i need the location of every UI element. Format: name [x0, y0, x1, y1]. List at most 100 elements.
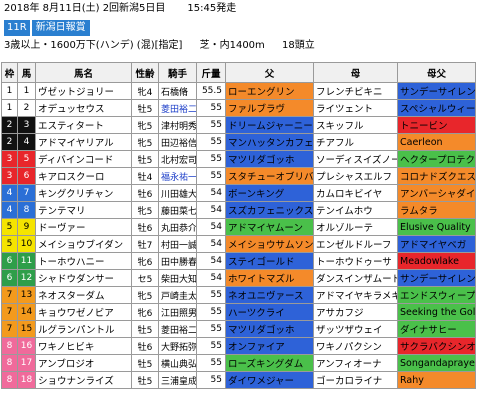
race-name: 新潟日報賞 — [31, 20, 90, 36]
table-row[interactable]: 5 10 メイショウブイダン 牡7 村田一誠 54 メイショウサムソン エンゼルドルーフ アドマ… — [1, 235, 476, 253]
sire-cell: ネオユニヴァース — [225, 286, 314, 304]
sex-age-cell: 牝5 — [131, 201, 159, 219]
sire-cell: ローエングリン — [225, 82, 314, 100]
table-row[interactable]: 6 12 シャドウダンサー セ5 柴田大知 54 ホワイトマズル ダンスインザムード サンデーサ… — [1, 269, 476, 287]
race-number-badge: 11R — [4, 20, 30, 36]
bms-cell: トニービン — [397, 116, 476, 134]
table-row[interactable]: 2 3 エスティタート 牝5 津村明秀 55 ドリームジャーニー スキッフル トニービン — [1, 116, 476, 134]
waku-cell: 5 — [1, 235, 18, 253]
jockey-cell: 柴田大知 — [158, 269, 197, 287]
horse-name-cell[interactable]: テンテマリ — [35, 201, 132, 219]
dam-cell: アドマイヤキラメキ — [313, 286, 398, 304]
sire-cell: ドリームジャーニー — [225, 116, 314, 134]
weight-cell: 55 — [196, 116, 226, 134]
sex-age-cell: 牝6 — [131, 252, 159, 270]
table-row[interactable]: 36キアロスクーロ牡4福永祐一55スタチューオブリバティプレシャスエルフコロナド… — [1, 167, 476, 185]
sire-cell: アドマイヤムーン — [225, 218, 314, 236]
sire-cell: ローズキングダム — [225, 354, 314, 372]
waku-cell: 7 — [1, 303, 18, 321]
table-row[interactable]: 8 18 ショウナンライズ 牡5 三浦皇成 55 ダイワメジャー ゴーカロライナ Rahy — [1, 371, 476, 389]
sex-age-cell: 牝5 — [131, 133, 159, 151]
horse-name-cell[interactable]: ドーヴァー — [35, 218, 132, 236]
bms-cell: Songandaprayer — [397, 354, 476, 372]
table-row[interactable]: 6 11 トーホウハニー 牝6 田中勝春 54 ステイゴールド トーホウドゥーサ Meadowl… — [1, 252, 476, 270]
dam-cell: オルゾルーテ — [313, 218, 398, 236]
bms-cell: サンデーサイレンス — [397, 82, 476, 100]
sire-cell: スズカフェニックス — [225, 201, 314, 219]
table-row[interactable]: 7 13 ネオスターダム 牝5 戸崎圭太 55 ネオユニヴァース アドマイヤキラメキ エンドスウ… — [1, 286, 476, 304]
table-row[interactable]: 816ワキノヒビキ牡6大野拓弥55オンファイアワキノパクシンサクラバクシンオー — [1, 337, 476, 355]
weight-cell: 55 — [196, 337, 226, 355]
horse-name-cell[interactable]: オデュッセウス — [35, 99, 132, 117]
horse-name-cell[interactable]: ネオスターダム — [35, 286, 132, 304]
horse-name-cell[interactable]: シャドウダンサー — [35, 269, 132, 287]
sire-cell: メイショウサムソン — [225, 235, 314, 253]
table-row[interactable]: 5 9 ドーヴァー 牡6 丸田恭介 54 アドマイヤムーン オルゾルーテ Elusive Qua… — [1, 218, 476, 236]
weight-cell: 54 — [196, 269, 226, 287]
waku-cell: 8 — [1, 371, 18, 389]
table-row[interactable]: 12オデュッセウス牡5菱田裕二55ファルブラヴライツェントスペシャルウィーク — [1, 99, 476, 117]
jockey-cell: 北村宏司 — [158, 150, 197, 168]
horse-name-cell[interactable]: ヴゼットジョリー — [35, 82, 132, 100]
weight-cell: 55 — [196, 133, 226, 151]
sex-age-cell: セ5 — [131, 269, 159, 287]
sex-age-cell: 牡5 — [131, 371, 159, 389]
uma-cell: 4 — [17, 133, 36, 151]
horse-name-cell[interactable]: キングクリチャン — [35, 184, 132, 202]
race-title: 11R 新潟日報賞 — [4, 20, 90, 36]
dam-cell: ゴーカロライナ — [313, 371, 398, 389]
dam-cell: アサカフジ — [313, 303, 398, 321]
table-row[interactable]: 7 14 キョウワゼノビア 牝6 江田照男 55 ハーツクライ アサカフジ Seeking th… — [1, 303, 476, 321]
weight-cell: 55 — [196, 286, 226, 304]
table-row[interactable]: 35ディバインコード牡5北村宏司55マツリダゴッホソーディスイズノーチスヘクター… — [1, 150, 476, 168]
sire-cell: ハーツクライ — [225, 303, 314, 321]
sire-cell: オンファイア — [225, 337, 314, 355]
bms-cell: Elusive Quality — [397, 218, 476, 236]
horse-name-cell[interactable]: ワキノヒビキ — [35, 337, 132, 355]
col-dam: 母 — [313, 62, 398, 83]
race-course: 芝・内1400m — [199, 40, 265, 51]
horse-name-cell[interactable]: メイショウブイダン — [35, 235, 132, 253]
uma-cell: 11 — [17, 252, 36, 270]
horse-name-cell[interactable]: ディバインコード — [35, 150, 132, 168]
col-jockey: 騎手 — [158, 62, 197, 83]
sex-age-cell: 牡5 — [131, 320, 159, 338]
table-row[interactable]: 7 15 ルグランパントル 牡5 菱田裕二 55 マツリダゴッホ ザッツザウェイ ダイナサヒー — [1, 320, 476, 338]
sire-cell: ボーンキング — [225, 184, 314, 202]
table-row[interactable]: 1 1 ヴゼットジョリー 牝4 石橋脩 55.5 ローエングリン フレンチビキニ サンデーサイレ… — [1, 82, 476, 100]
dam-cell: テンイムホウ — [313, 201, 398, 219]
horse-name-cell[interactable]: アンブロジオ — [35, 354, 132, 372]
horse-name-cell[interactable]: アドマイヤリアル — [35, 133, 132, 151]
table-row[interactable]: 2 4 アドマイヤリアル 牝5 田辺裕信 55 マンハッタンカフェ チアフル Caerleon — [1, 133, 476, 151]
uma-cell: 18 — [17, 371, 36, 389]
horse-name-cell[interactable]: キアロスクーロ — [35, 167, 132, 185]
weight-cell: 54 — [196, 201, 226, 219]
waku-cell: 4 — [1, 201, 18, 219]
weight-cell: 54 — [196, 218, 226, 236]
dam-cell: スキッフル — [313, 116, 398, 134]
post-time: 15:45発走 — [187, 3, 237, 14]
table-row[interactable]: 4 7 キングクリチャン 牡6 川田雄大 54 ボーンキング カムロキビイヤ アンバーシャダイ — [1, 184, 476, 202]
horse-name-cell[interactable]: トーホウハニー — [35, 252, 132, 270]
jockey-cell: 津村明秀 — [158, 116, 197, 134]
sire-cell: マンハッタンカフェ — [225, 133, 314, 151]
weight-cell: 54 — [196, 235, 226, 253]
horse-name-cell[interactable]: キョウワゼノビア — [35, 303, 132, 321]
bms-cell: スペシャルウィーク — [397, 99, 476, 117]
table-row[interactable]: 4 8 テンテマリ 牝5 藤田菜七 54 スズカフェニックス テンイムホウ ラムタラ — [1, 201, 476, 219]
uma-cell: 5 — [17, 150, 36, 168]
dam-cell: ライツェント — [313, 99, 398, 117]
horse-name-cell[interactable]: エスティタート — [35, 116, 132, 134]
col-sex-age: 性齢 — [131, 62, 159, 83]
bms-cell: Seeking the Gold — [397, 303, 476, 321]
waku-cell: 2 — [1, 133, 18, 151]
waku-cell: 8 — [1, 337, 18, 355]
table-row[interactable]: 8 17 アンブロジオ 牡5 横山典弘 55 ローズキングダム アンフィオーナ Songanda… — [1, 354, 476, 372]
uma-cell: 13 — [17, 286, 36, 304]
waku-cell: 7 — [1, 286, 18, 304]
race-conditions-line: 3歳以上・1600万下(ハンデ) (混)[指定] 芝・内1400m 18頭立 — [4, 39, 329, 52]
horse-name-cell[interactable]: ショウナンライズ — [35, 371, 132, 389]
horse-name-cell[interactable]: ルグランパントル — [35, 320, 132, 338]
uma-cell: 12 — [17, 269, 36, 287]
weight-cell: 55 — [196, 167, 226, 185]
